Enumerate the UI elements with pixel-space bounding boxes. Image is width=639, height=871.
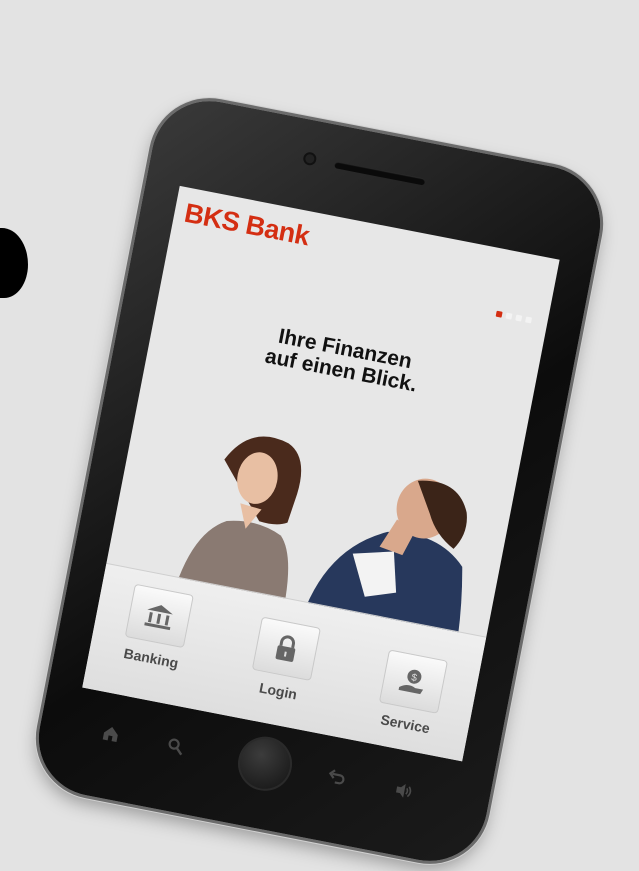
bks-bank-logo: BKS Bank bbox=[181, 197, 312, 252]
front-camera bbox=[304, 153, 315, 164]
money-hand-icon: $ bbox=[398, 669, 424, 695]
banking-tile bbox=[124, 583, 194, 649]
service-button[interactable]: $ Service bbox=[364, 647, 457, 739]
lock-icon bbox=[275, 635, 296, 662]
home-icon[interactable] bbox=[100, 723, 121, 744]
home-button[interactable] bbox=[232, 732, 297, 796]
phone-device: BKS Bank Ihre Finanzen auf einen Blick. bbox=[28, 91, 611, 871]
carousel-dot-3[interactable] bbox=[515, 314, 523, 322]
service-tile: $ bbox=[378, 649, 449, 714]
banking-button[interactable]: Banking bbox=[110, 582, 203, 674]
back-icon[interactable] bbox=[326, 767, 347, 788]
carousel-indicator bbox=[495, 310, 533, 324]
carousel-dot-2[interactable] bbox=[505, 312, 513, 320]
app-screen: BKS Bank Ihre Finanzen auf einen Blick. bbox=[82, 185, 560, 762]
earpiece-speaker bbox=[333, 161, 426, 186]
decorative-blob bbox=[0, 228, 28, 298]
login-tile bbox=[251, 616, 321, 681]
carousel-dot-1[interactable] bbox=[495, 310, 503, 318]
bank-icon bbox=[144, 605, 173, 631]
volume-icon[interactable] bbox=[393, 780, 414, 801]
search-icon[interactable] bbox=[165, 736, 186, 757]
login-button[interactable]: Login bbox=[237, 615, 330, 707]
carousel-dot-4[interactable] bbox=[525, 316, 533, 324]
